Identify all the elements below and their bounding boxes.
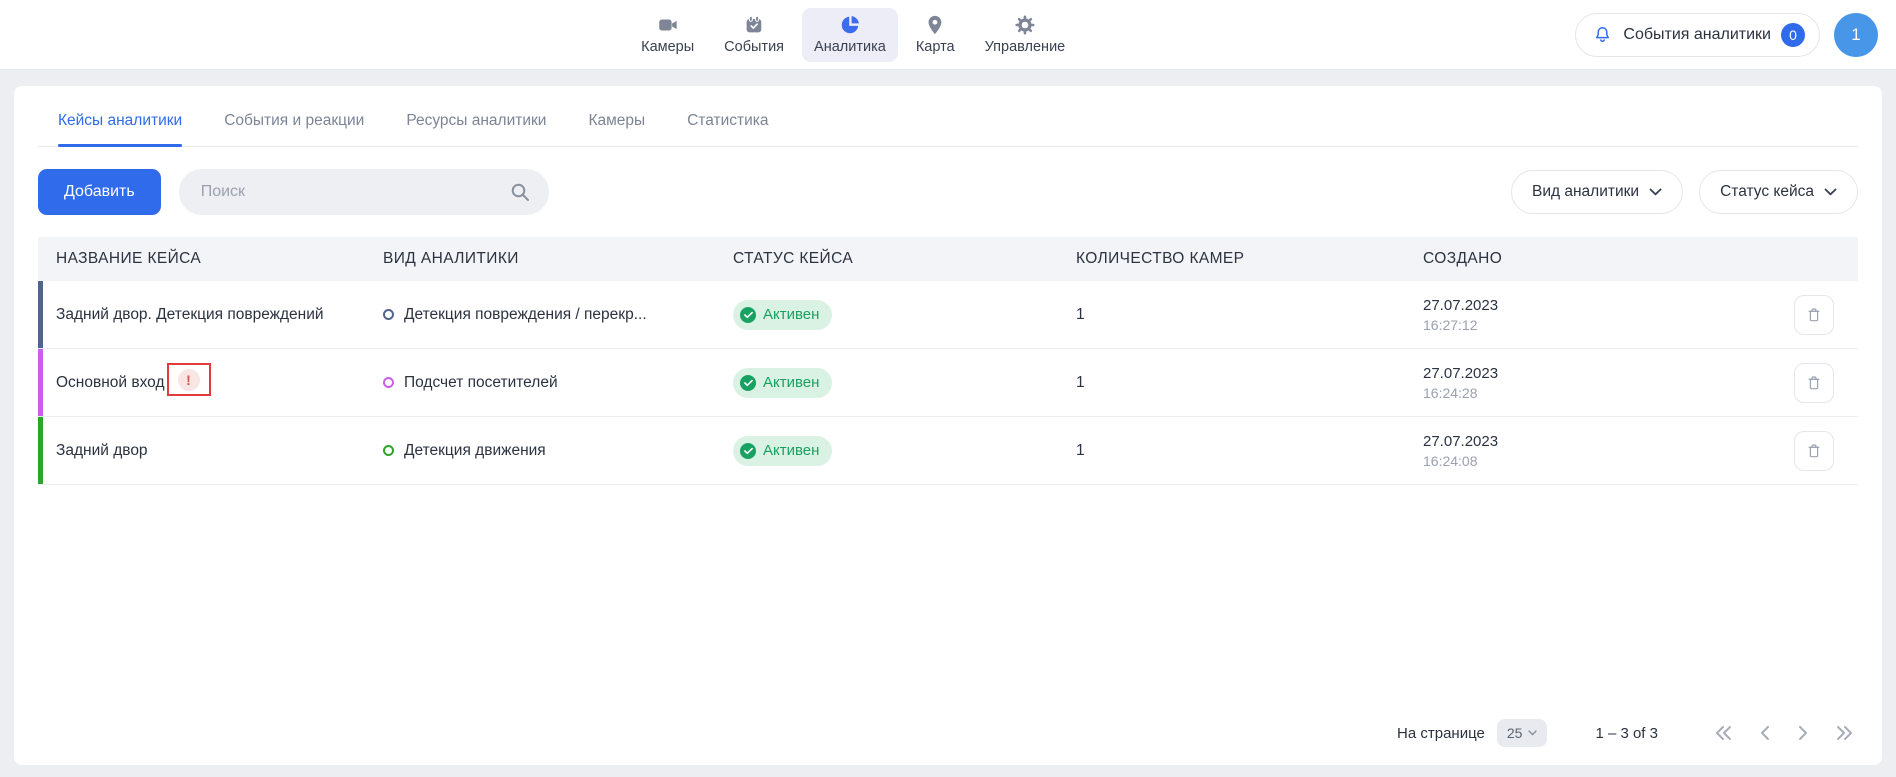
created-cell: 27.07.2023 16:27:12 [1423, 297, 1794, 333]
first-page-icon[interactable] [1714, 725, 1733, 741]
row-accent-bar [38, 417, 43, 484]
analytics-type-dot [383, 445, 394, 456]
tab-events-reactions[interactable]: События и реакции [224, 86, 364, 146]
topbar-right: События аналитики 0 1 [1575, 13, 1896, 57]
events-calendar-icon [743, 14, 765, 36]
analytics-type-dot [383, 377, 394, 388]
chevron-down-icon [1528, 730, 1537, 736]
trash-icon [1805, 374, 1823, 392]
case-name: Основной вход ! [38, 366, 383, 399]
check-icon [740, 443, 756, 459]
last-page-icon[interactable] [1835, 725, 1854, 741]
chevron-down-icon [1649, 188, 1662, 196]
status-badge: Активен [733, 300, 832, 330]
check-icon [740, 307, 756, 323]
analytics-events-button[interactable]: События аналитики 0 [1575, 13, 1820, 57]
delete-case-button[interactable] [1794, 295, 1834, 335]
analytics-type-cell: Детекция движения [383, 442, 733, 460]
camera-count: 1 [1076, 374, 1423, 392]
nav-item-management[interactable]: Управление [973, 8, 1078, 62]
delete-case-button[interactable] [1794, 363, 1834, 403]
prev-page-icon[interactable] [1759, 725, 1771, 741]
created-cell: 27.07.2023 16:24:08 [1423, 433, 1794, 469]
table-row[interactable]: Задний двор Детекция движения Активен 1 … [38, 417, 1858, 485]
nav-label: Карта [916, 39, 955, 55]
column-header-cameras: КОЛИЧЕСТВО КАМЕР [1076, 250, 1423, 268]
per-page-select[interactable]: 25 [1497, 719, 1548, 747]
trash-icon [1805, 306, 1823, 324]
alert-annotation-box: ! [167, 363, 211, 396]
column-header-status: СТАТУС КЕЙСА [733, 250, 1076, 268]
status-badge: Активен [733, 368, 832, 398]
pagination-controls [1714, 725, 1854, 741]
bell-icon [1592, 24, 1613, 45]
nav-label: События [724, 39, 784, 55]
table-header-row: НАЗВАНИЕ КЕЙСА ВИД АНАЛИТИКИ СТАТУС КЕЙС… [38, 237, 1858, 281]
gear-icon [1014, 14, 1036, 36]
nav-label: Камеры [641, 39, 694, 55]
tab-analytics-resources[interactable]: Ресурсы аналитики [406, 86, 546, 146]
delete-case-button[interactable] [1794, 431, 1834, 471]
main-nav: Камеры События Аналитика [629, 8, 1077, 62]
analytics-cases-panel: Кейсы аналитики События и реакции Ресурс… [14, 86, 1882, 765]
toolbar: Добавить Вид аналитики Статус кейса [38, 169, 1858, 215]
nav-item-analytics[interactable]: Аналитика [802, 8, 898, 62]
events-count-badge: 0 [1781, 23, 1805, 47]
filter-group: Вид аналитики Статус кейса [1511, 170, 1858, 214]
nav-item-map[interactable]: Карта [904, 8, 967, 62]
camera-count: 1 [1076, 306, 1423, 324]
status-badge: Активен [733, 436, 832, 466]
add-button[interactable]: Добавить [38, 169, 161, 215]
table-row[interactable]: Основной вход ! Подсчет посетителей Акти… [38, 349, 1858, 417]
nav-label: Аналитика [814, 39, 886, 55]
search-input[interactable] [179, 169, 549, 215]
top-bar: Камеры События Аналитика [0, 0, 1896, 70]
table-row[interactable]: Задний двор. Детекция повреждений Детекц… [38, 281, 1858, 349]
row-accent-bar [38, 349, 43, 416]
tab-statistics[interactable]: Статистика [687, 86, 768, 146]
nav-label: Управление [985, 39, 1066, 55]
row-accent-bar [38, 281, 43, 348]
table-footer: На странице 25 1 – 3 of 3 [38, 701, 1858, 765]
camera-count: 1 [1076, 442, 1423, 460]
tab-analytics-cases[interactable]: Кейсы аналитики [58, 86, 182, 146]
per-page-label: На странице [1397, 725, 1485, 742]
avatar[interactable]: 1 [1834, 13, 1878, 57]
analytics-type-cell: Детекция повреждения / перекр... [383, 306, 733, 324]
analytics-type-cell: Подсчет посетителей [383, 374, 733, 392]
search-icon[interactable] [509, 181, 531, 208]
nav-item-events[interactable]: События [712, 8, 796, 62]
tab-cameras[interactable]: Камеры [588, 86, 645, 146]
cases-table: НАЗВАНИЕ КЕЙСА ВИД АНАЛИТИКИ СТАТУС КЕЙС… [38, 237, 1858, 485]
analytics-pie-icon [839, 14, 861, 36]
analytics-type-dot [383, 309, 394, 320]
events-button-label: События аналитики [1623, 26, 1771, 44]
trash-icon [1805, 442, 1823, 460]
column-header-name: НАЗВАНИЕ КЕЙСА [38, 250, 383, 268]
pagination-range: 1 – 3 of 3 [1595, 725, 1658, 742]
created-cell: 27.07.2023 16:24:28 [1423, 365, 1794, 401]
case-name: Задний двор [38, 442, 383, 460]
map-pin-icon [924, 14, 946, 36]
next-page-icon[interactable] [1797, 725, 1809, 741]
case-status-filter[interactable]: Статус кейса [1699, 170, 1858, 214]
check-icon [740, 375, 756, 391]
column-header-type: ВИД АНАЛИТИКИ [383, 250, 733, 268]
column-header-created: СОЗДАНО [1423, 250, 1794, 268]
search-field [179, 169, 549, 215]
tab-bar: Кейсы аналитики События и реакции Ресурс… [38, 86, 1858, 147]
alert-icon: ! [178, 369, 200, 391]
chevron-down-icon [1824, 188, 1837, 196]
case-name: Задний двор. Детекция повреждений [38, 306, 383, 324]
camera-icon [657, 14, 679, 36]
nav-item-cameras[interactable]: Камеры [629, 8, 706, 62]
analytics-type-filter[interactable]: Вид аналитики [1511, 170, 1683, 214]
